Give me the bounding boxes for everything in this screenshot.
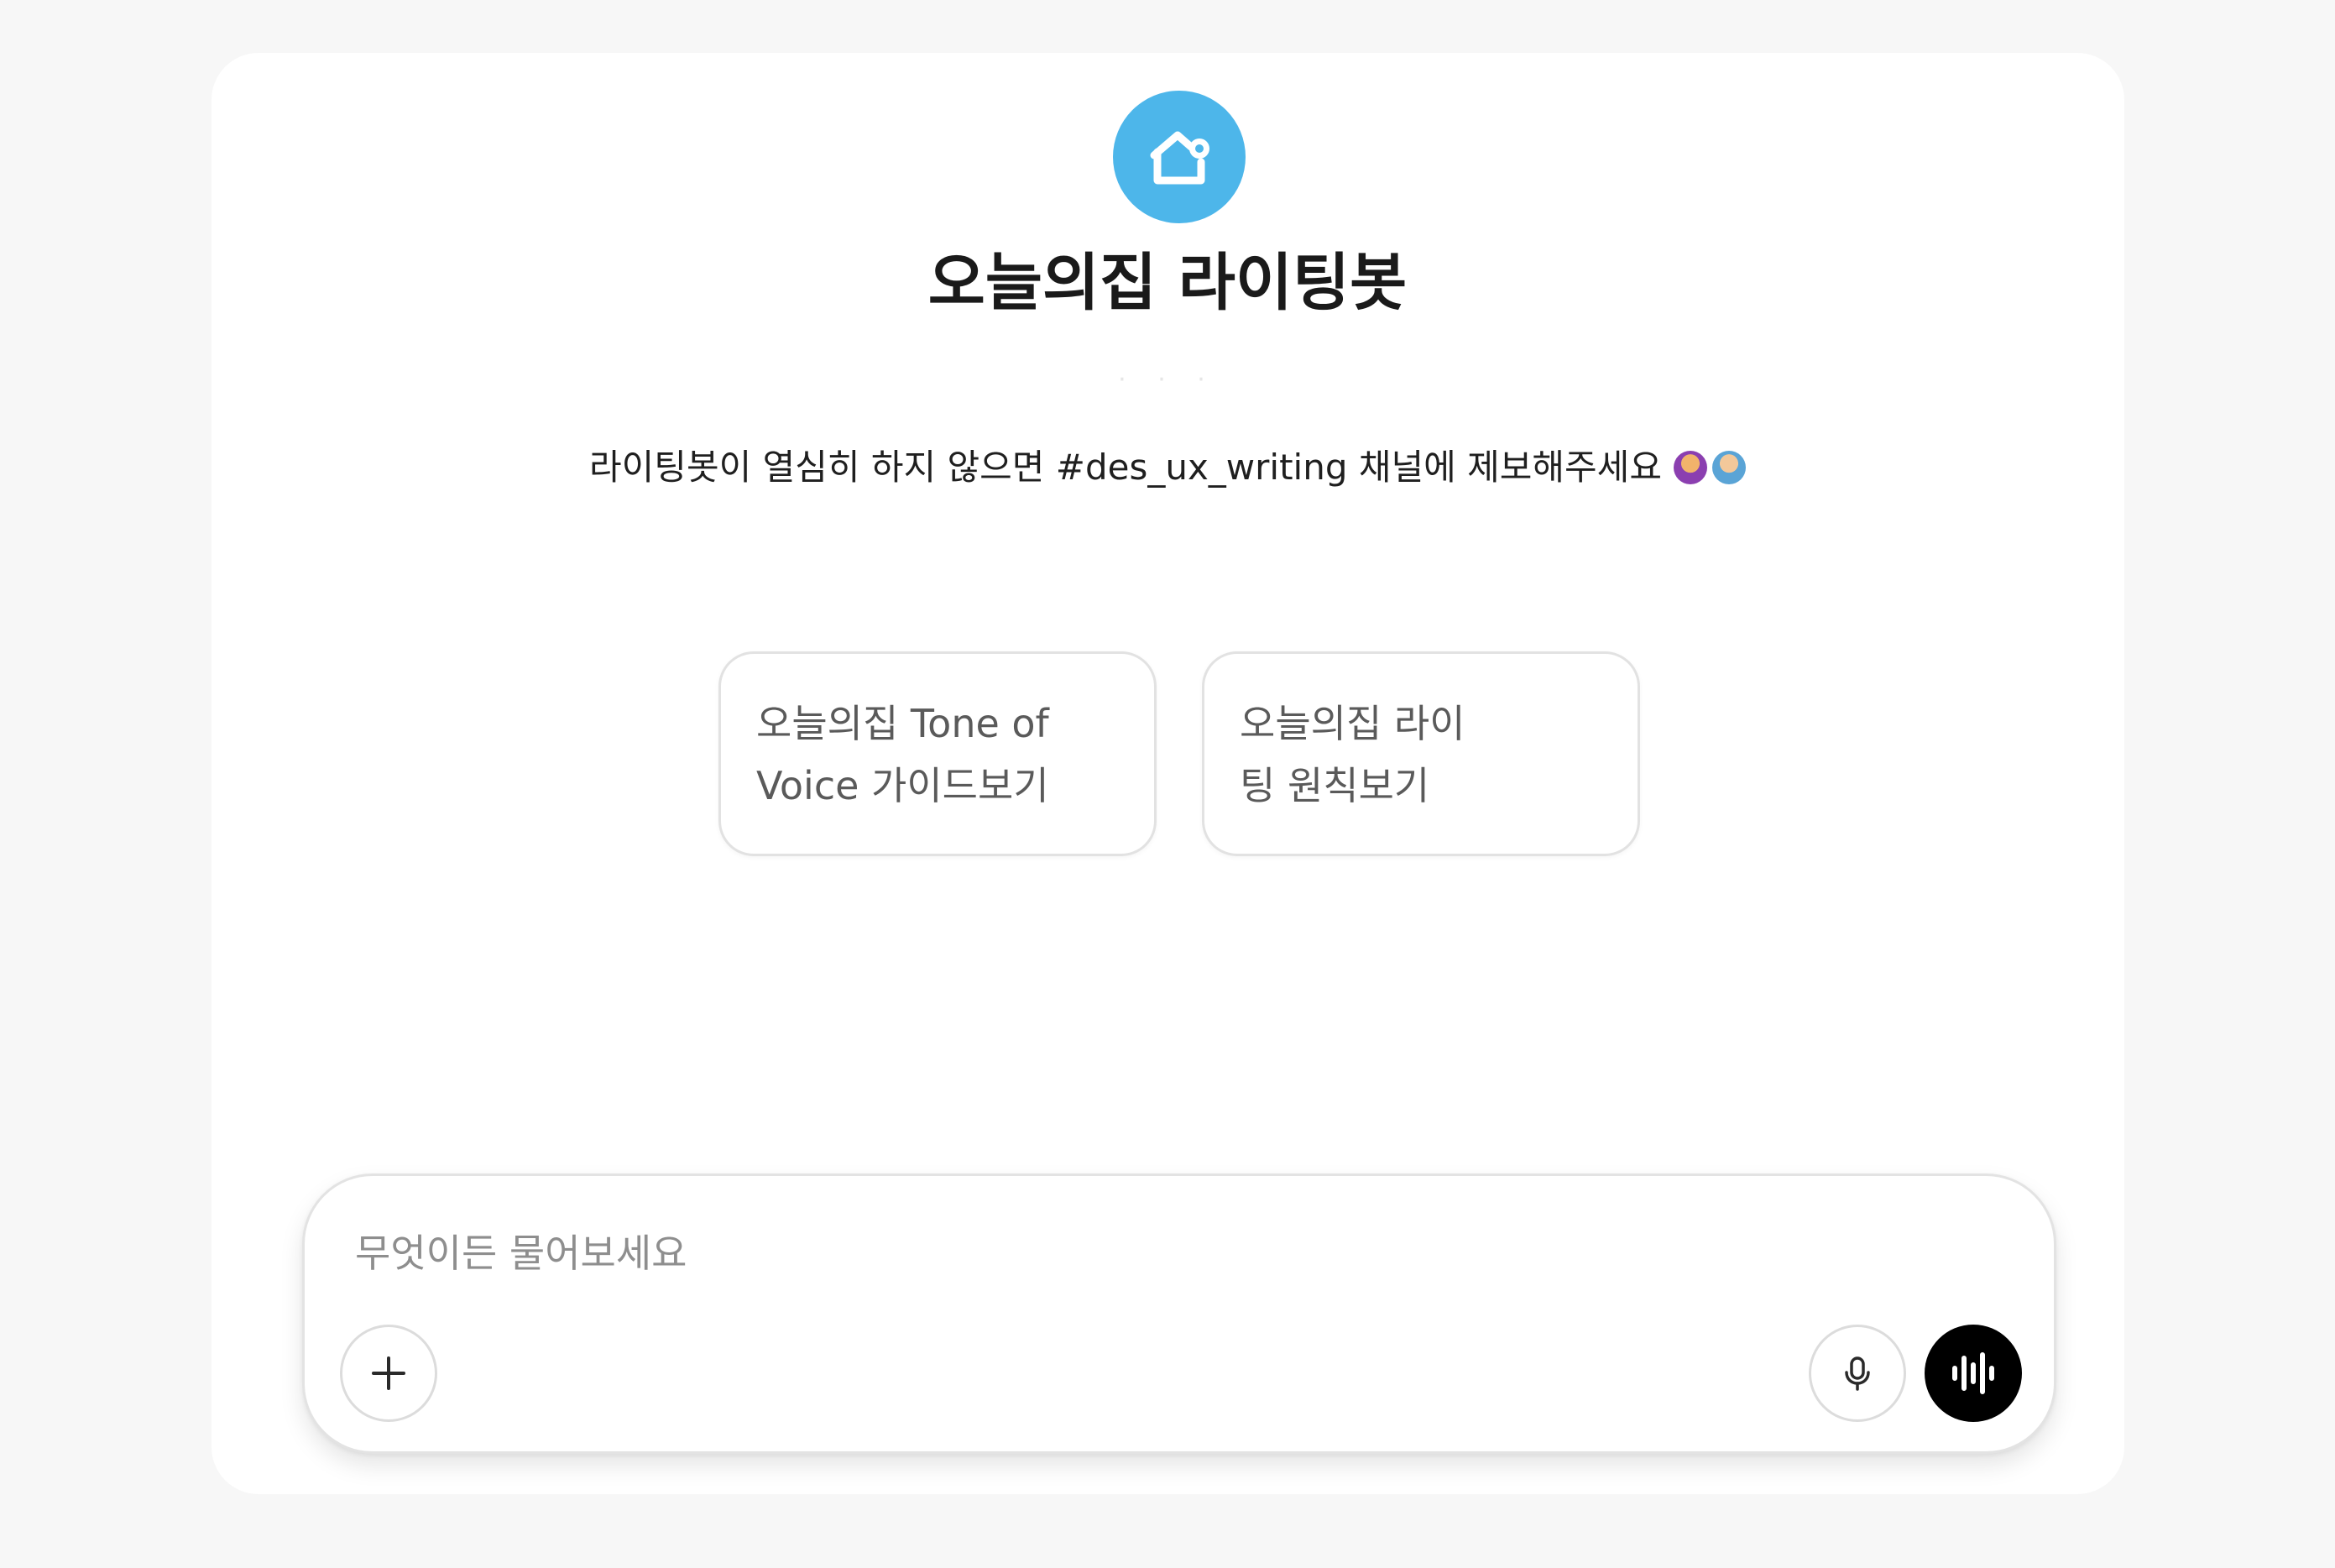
- suggestion-label-line: Voice 가이드보기: [756, 763, 1049, 808]
- voice-mode-button[interactable]: [1925, 1325, 2022, 1422]
- page-title: 오늘의집 라이팅봇: [927, 247, 1408, 319]
- loading-dots: · · ·: [1118, 365, 1217, 395]
- suggestion-tone-of-voice[interactable]: 오늘의집 Tone of Voice 가이드보기: [718, 651, 1157, 856]
- suggestion-writing-principles[interactable]: 오늘의집 라이 팅 원칙보기: [1202, 651, 1640, 856]
- person-raising-hand-icon: [1673, 451, 1707, 484]
- microphone-icon: [1845, 1356, 1870, 1391]
- description-text: 라이팅봇이 열심히 하지 않으면 #des_ux_writing 채널에 제보해…: [0, 450, 2335, 485]
- suggestion-list: 오늘의집 Tone of Voice 가이드보기 오늘의집 라이 팅 원칙보기: [718, 651, 1640, 856]
- house-icon: [1113, 91, 1246, 223]
- description-label: 라이팅봇이 열심히 하지 않으면 #des_ux_writing 채널에 제보해…: [589, 447, 1662, 488]
- plus-icon: [372, 1356, 405, 1390]
- person-tipping-hand-icon: [1711, 451, 1746, 484]
- message-composer: [302, 1173, 2056, 1454]
- voice-wave-icon: [1952, 1352, 1994, 1394]
- suggestion-label-line: 팅 원칙보기: [1240, 763, 1430, 808]
- message-input[interactable]: [355, 1226, 1950, 1280]
- microphone-button[interactable]: [1809, 1325, 1906, 1422]
- suggestion-label-line: 오늘의집 Tone of: [756, 701, 1049, 746]
- suggestion-label-line: 오늘의집 라이: [1240, 701, 1465, 746]
- add-attachment-button[interactable]: [340, 1325, 437, 1422]
- house-logo-svg: [1150, 131, 1209, 185]
